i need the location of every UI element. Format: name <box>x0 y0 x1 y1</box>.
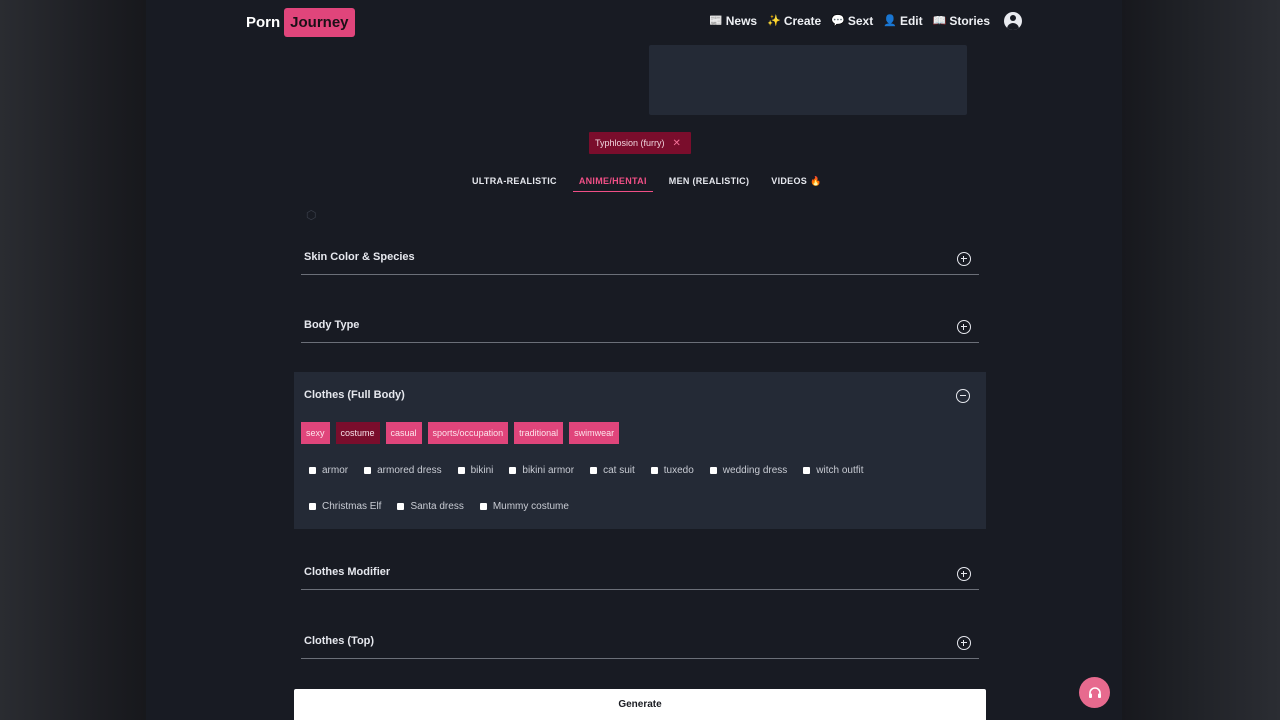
book-icon: 📖 <box>932 14 947 27</box>
category-sports-occupation[interactable]: sports/occupation <box>427 422 509 444</box>
section-skin-color-species[interactable]: Skin Color & Species <box>301 235 979 275</box>
chip-label: Typhlosion (furry) <box>595 138 665 148</box>
section-clothes-top[interactable]: Clothes (Top) <box>301 619 979 659</box>
option-mummy-costume[interactable]: Mummy costume <box>479 501 569 512</box>
checkbox[interactable] <box>590 467 598 474</box>
category-swimwear[interactable]: swimwear <box>569 422 620 444</box>
nav-news[interactable]: 📰 News <box>709 14 757 28</box>
section-title: Clothes Modifier <box>304 566 391 578</box>
option-christmas-elf[interactable]: Christmas Elf <box>309 501 381 512</box>
checkbox[interactable] <box>709 467 717 474</box>
option-tuxedo[interactable]: tuxedo <box>650 465 694 476</box>
support-chat-button[interactable] <box>1079 677 1110 708</box>
option-santa-dress[interactable]: Santa dress <box>397 501 464 512</box>
main-page: Porn Journey 📰 News ✨ Create 💬 Sext 👤 Ed… <box>146 0 1122 720</box>
category-casual[interactable]: casual <box>385 422 422 444</box>
checkbox[interactable] <box>509 467 517 474</box>
site-logo[interactable]: Porn Journey <box>246 7 355 37</box>
nav-sext-label: Sext <box>847 14 874 28</box>
option-bikini[interactable]: bikini <box>457 465 494 476</box>
tab-men-realistic[interactable]: MEN (REALISTIC) <box>669 172 750 192</box>
clothes-options-row-1: armor armored dress bikini bikini armor … <box>309 465 864 476</box>
section-title: Clothes (Top) <box>304 635 375 647</box>
option-witch-outfit[interactable]: witch outfit <box>803 465 864 476</box>
nav-sext[interactable]: 💬 Sext <box>831 14 873 28</box>
nav-edit[interactable]: 👤 Edit <box>883 14 922 28</box>
option-wedding-dress[interactable]: wedding dress <box>709 465 788 476</box>
preview-panel <box>649 45 967 115</box>
selected-character-chip: Typhlosion (furry) ✕ <box>589 132 691 154</box>
model-tabs: ULTRA-REALISTIC ANIME/HENTAI MEN (REALIS… <box>472 172 822 192</box>
checkbox[interactable] <box>364 467 372 474</box>
tab-videos[interactable]: VIDEOS 🔥 <box>771 172 821 192</box>
expand-plus-icon[interactable] <box>957 320 971 334</box>
section-body-type[interactable]: Body Type <box>301 303 979 343</box>
chat-bubble-icon: 💬 <box>831 14 845 27</box>
nav-create[interactable]: ✨ Create <box>767 14 821 28</box>
nav-create-label: Create <box>783 14 822 28</box>
clothes-options-row-2: Christmas Elf Santa dress Mummy costume <box>309 501 569 512</box>
checkbox[interactable] <box>803 467 811 474</box>
fire-icon: 🔥 <box>810 176 822 186</box>
option-label: armored dress <box>377 465 442 476</box>
section-title: Skin Color & Species <box>304 251 415 263</box>
generate-button[interactable]: Generate <box>294 689 986 720</box>
option-label: wedding dress <box>722 465 788 476</box>
nav-news-label: News <box>725 14 758 28</box>
tab-ultra-realistic[interactable]: ULTRA-REALISTIC <box>472 172 557 192</box>
nav-stories-label: Stories <box>949 14 990 28</box>
option-label: armor <box>322 465 349 476</box>
option-label: bikini <box>470 465 494 476</box>
expand-plus-icon[interactable] <box>957 567 971 581</box>
clothes-category-filters: sexy costume casual sports/occupation tr… <box>301 422 620 444</box>
tab-videos-label: VIDEOS <box>771 176 808 186</box>
category-traditional[interactable]: traditional <box>514 422 564 444</box>
background-left <box>0 0 146 720</box>
option-label: Christmas Elf <box>322 501 382 512</box>
option-label: witch outfit <box>816 465 864 476</box>
account-avatar-icon[interactable] <box>1004 12 1022 30</box>
section-clothes-modifier[interactable]: Clothes Modifier <box>301 550 979 590</box>
nav-stories[interactable]: 📖 Stories <box>933 14 990 28</box>
section-clothes-full-body: Clothes (Full Body) sexy costume casual … <box>294 372 986 529</box>
checkbox[interactable] <box>397 503 405 510</box>
option-armored-dress[interactable]: armored dress <box>364 465 442 476</box>
top-nav: 📰 News ✨ Create 💬 Sext 👤 Edit 📖 Stories <box>709 11 1022 31</box>
person-icon: 👤 <box>883 14 897 27</box>
section-title: Body Type <box>304 319 360 331</box>
category-costume[interactable]: costume <box>335 422 380 444</box>
checkbox[interactable] <box>309 467 316 474</box>
option-label: tuxedo <box>663 465 694 476</box>
background-right <box>1122 0 1280 720</box>
option-label: Mummy costume <box>492 501 569 512</box>
collapse-minus-icon[interactable] <box>956 389 970 403</box>
option-bikini-armor[interactable]: bikini armor <box>509 465 574 476</box>
expand-plus-icon[interactable] <box>957 636 971 650</box>
tab-anime-hentai[interactable]: ANIME/HENTAI <box>572 172 653 192</box>
news-icon: 📰 <box>709 14 723 27</box>
chip-remove-icon[interactable]: ✕ <box>673 138 681 149</box>
option-cat-suit[interactable]: cat suit <box>590 465 635 476</box>
nav-edit-label: Edit <box>899 14 923 28</box>
checkbox[interactable] <box>457 467 465 474</box>
checkbox[interactable] <box>479 503 487 510</box>
expand-plus-icon[interactable] <box>957 252 971 266</box>
category-sexy[interactable]: sexy <box>301 422 330 444</box>
logo-text-journey: Journey <box>284 7 355 37</box>
logo-text-porn: Porn <box>246 13 281 31</box>
checkbox[interactable] <box>309 503 316 510</box>
section-title: Clothes (Full Body) <box>304 389 405 401</box>
option-label: Santa dress <box>410 501 464 512</box>
sparkles-icon: ✨ <box>767 14 781 27</box>
option-label: bikini armor <box>522 465 575 476</box>
cube-icon: ⬡ <box>306 208 317 222</box>
option-label: cat suit <box>603 465 635 476</box>
option-armor[interactable]: armor <box>309 465 348 476</box>
checkbox[interactable] <box>650 467 658 474</box>
headset-icon <box>1088 686 1101 698</box>
